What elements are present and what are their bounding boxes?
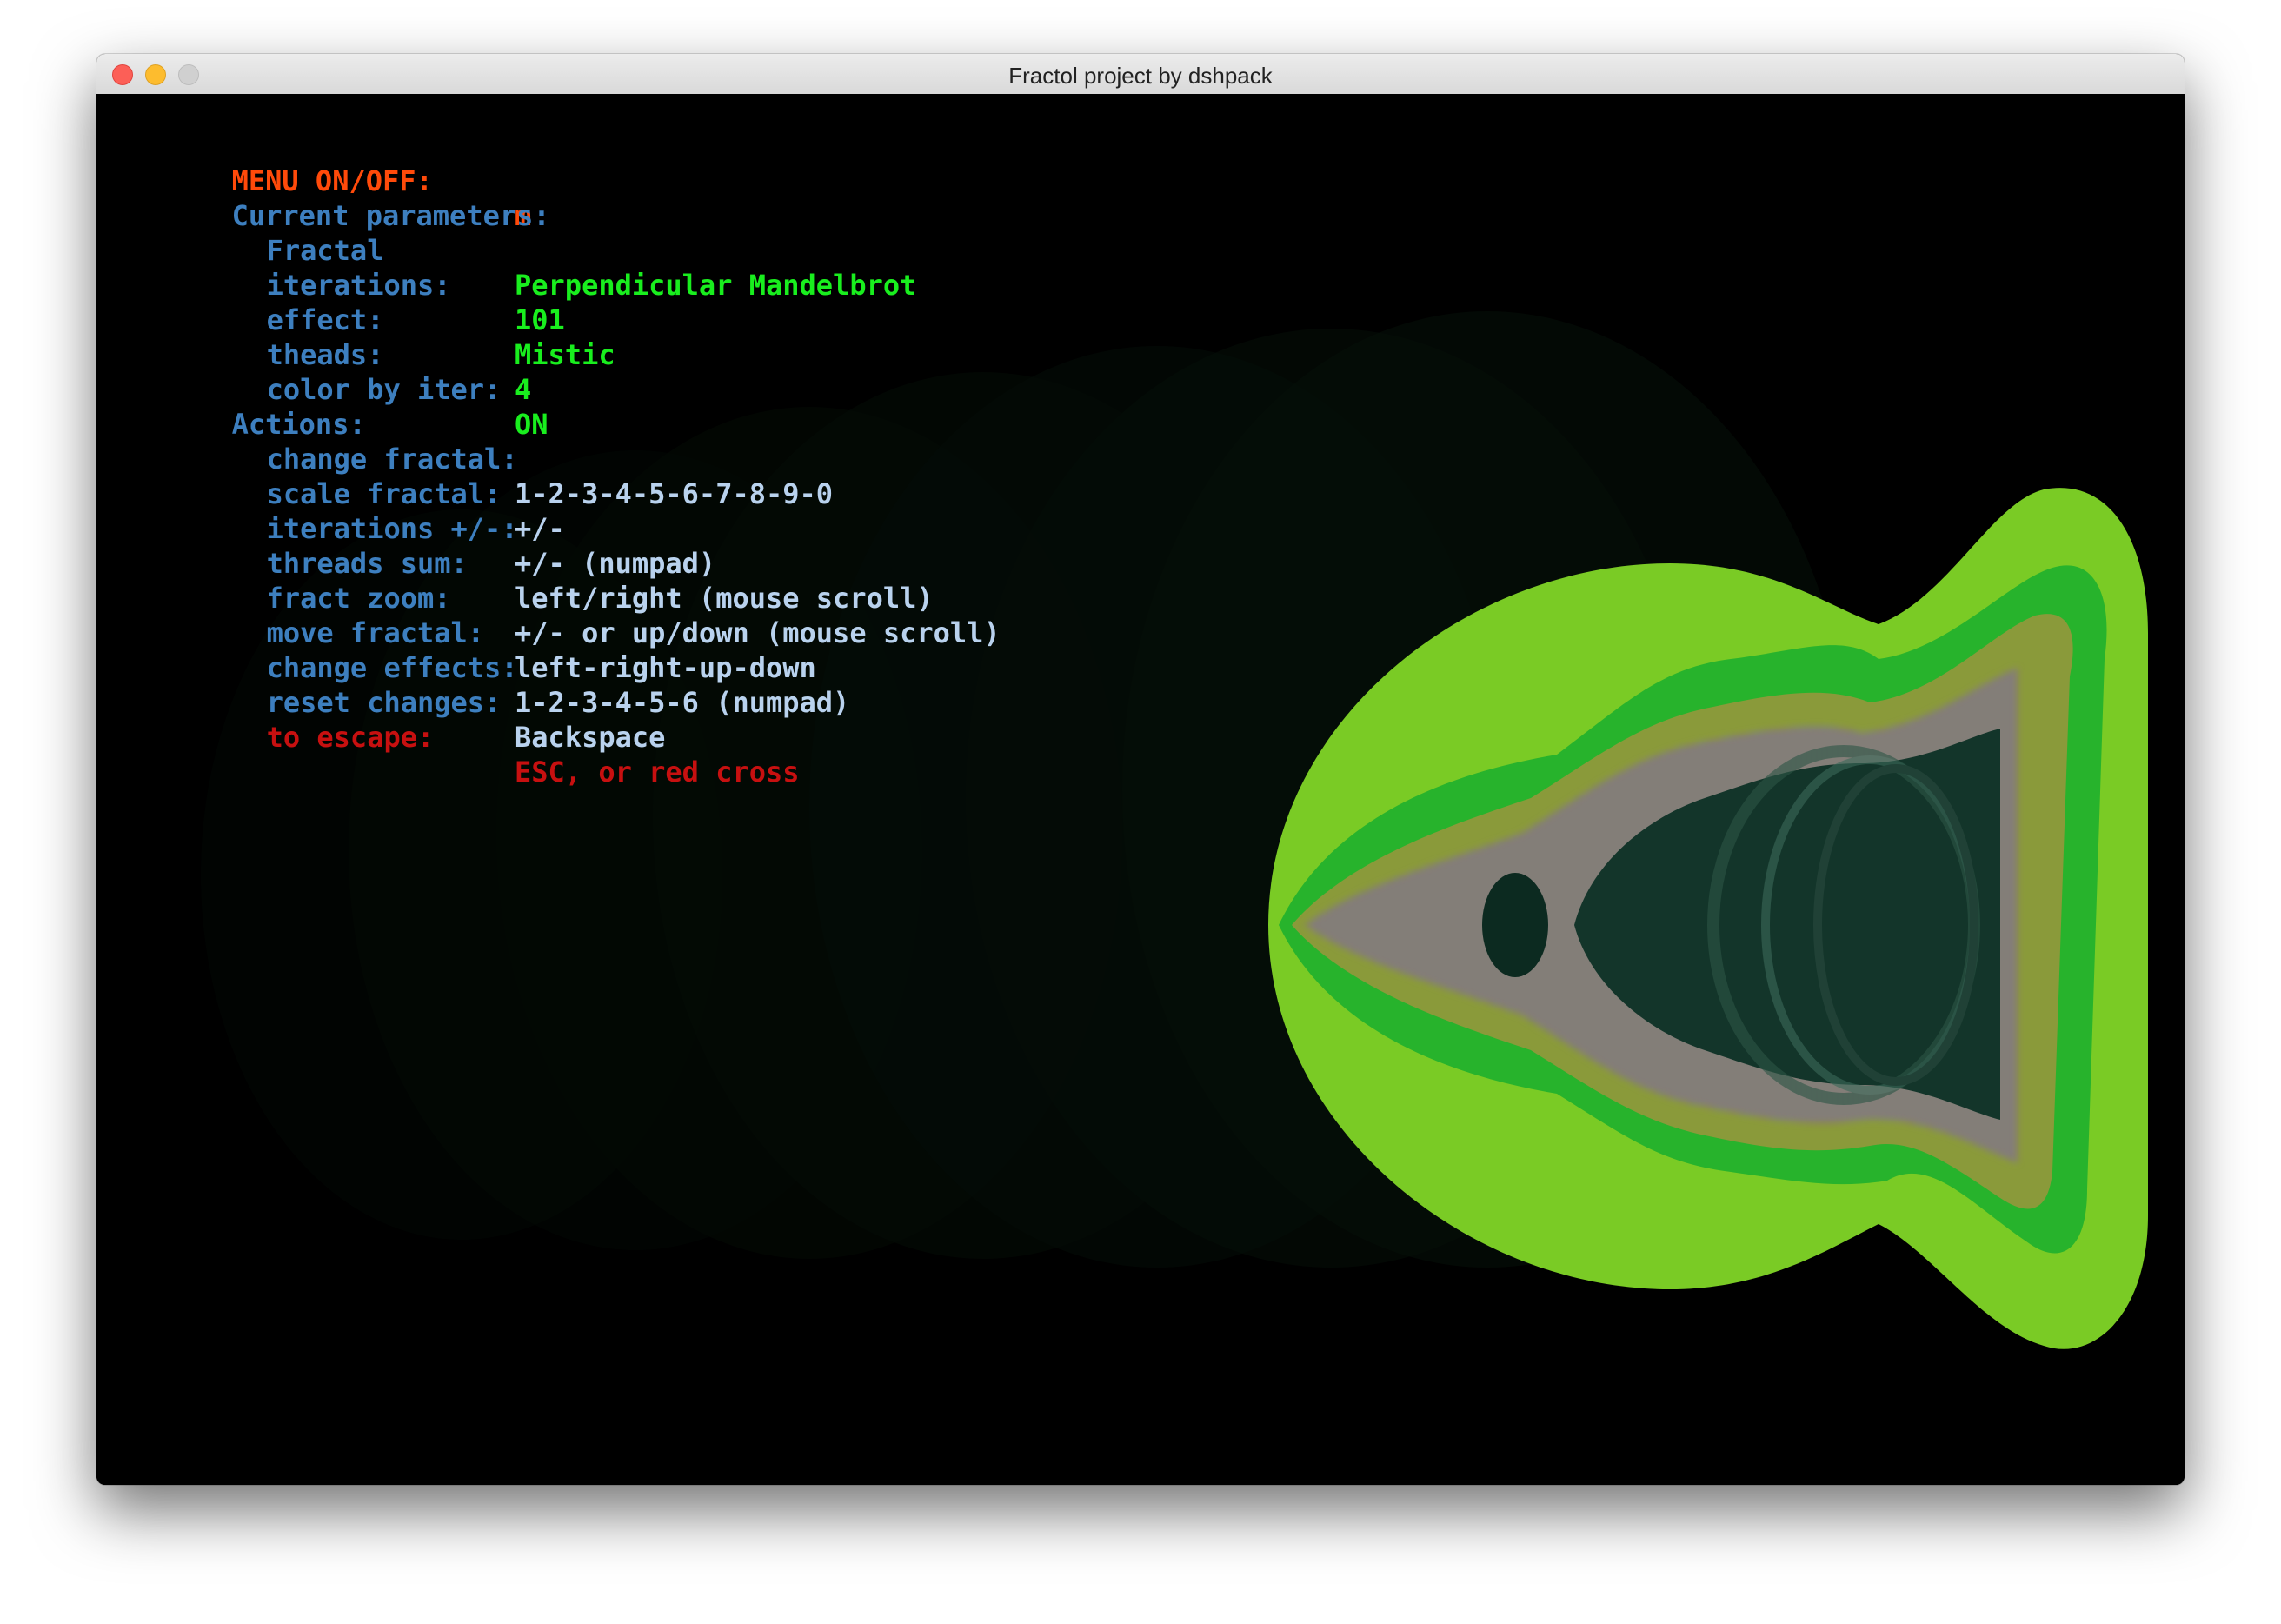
action-value: +/- or up/down (mouse scroll): [515, 616, 1001, 649]
action-row: change effects: 1-2-3-4-5-6 (numpad): [166, 616, 850, 719]
action-label: change fractal:: [266, 443, 518, 476]
action-label: change effects:: [266, 651, 518, 684]
params-heading-row: Current parameters:: [131, 163, 550, 232]
param-row: iterations: 101: [166, 233, 565, 336]
param-label: effect:: [266, 303, 384, 336]
menu-toggle-row: MENU ON/OFF: m: [131, 129, 532, 232]
action-value: Backspace: [515, 721, 666, 754]
action-row: scale fractal: +/-: [166, 442, 565, 545]
action-label: move fractal:: [266, 616, 485, 649]
param-value: ON: [515, 408, 549, 441]
action-value: 1-2-3-4-5-6-7-8-9-0: [515, 477, 834, 510]
param-value: 4: [515, 373, 532, 406]
fractal-secondary-bulb: [1482, 873, 1548, 977]
action-label: scale fractal:: [266, 477, 502, 510]
escape-label: to escape:: [266, 721, 435, 754]
param-value: Mistic: [515, 338, 615, 371]
escape-value: ESC, or red cross: [515, 755, 800, 789]
action-value: left/right (mouse scroll): [515, 582, 934, 615]
param-label: theads:: [266, 338, 384, 371]
help-menu-overlay: MENU ON/OFF: m Current parameters: Fract…: [96, 94, 1313, 789]
action-value: 1-2-3-4-5-6 (numpad): [515, 686, 850, 719]
actions-heading-row: Actions:: [131, 372, 366, 441]
app-window: Fractol project by dshpack MENU ON/OFF: …: [96, 54, 2185, 1485]
param-label: color by iter:: [266, 373, 502, 406]
action-row: iterations +/-: +/- (numpad): [166, 476, 716, 580]
action-value: +/-: [515, 512, 565, 545]
param-value: 101: [515, 303, 565, 336]
param-row: color by iter: ON: [166, 337, 549, 441]
action-label: fract zoom:: [266, 582, 451, 615]
action-label: iterations +/-:: [266, 512, 518, 545]
param-row: Fractal Perpendicular Mandelbrot: [166, 198, 917, 302]
action-label: threads sum:: [266, 547, 468, 580]
action-row: reset changes: Backspace: [166, 650, 666, 754]
action-label: reset changes:: [266, 686, 502, 719]
action-value: left-right-up-down: [515, 651, 816, 684]
param-value: Perpendicular Mandelbrot: [515, 269, 917, 302]
menu-toggle-label: MENU ON/OFF:: [231, 164, 433, 197]
action-row: change fractal: 1-2-3-4-5-6-7-8-9-0: [166, 407, 833, 510]
action-value: +/- (numpad): [515, 547, 716, 580]
param-label: iterations:: [266, 269, 451, 302]
param-label: Fractal: [266, 234, 384, 267]
escape-row: to escape: ESC, or red cross: [166, 685, 800, 789]
action-row: move fractal: left-right-up-down: [166, 581, 816, 684]
window-title: Fractol project by dshpack: [1008, 63, 1273, 89]
params-heading: Current parameters:: [231, 199, 550, 232]
param-row: effect: Mistic: [166, 268, 615, 371]
action-row: threads sum: left/right (mouse scroll): [166, 511, 934, 615]
param-row: theads: 4: [166, 303, 532, 406]
title-bar[interactable]: Fractol project by dshpack: [96, 54, 2185, 95]
action-row: fract zoom: +/- or up/down (mouse scroll…: [166, 546, 1001, 649]
